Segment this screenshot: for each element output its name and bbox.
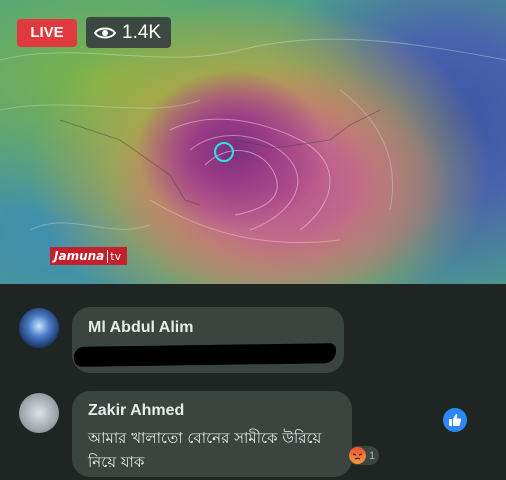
eye-icon (94, 27, 116, 38)
like-icon[interactable] (443, 408, 467, 432)
comment-reaction[interactable]: 1 (348, 446, 380, 465)
comment-section: Ml Abdul Alim Zakir Ahmed আমার খালাতো বো… (0, 284, 506, 480)
comment-text: আমার খালাতো বোনের সামীকে উরিয়ে নিয়ে যা… (88, 429, 322, 471)
comment-bubble[interactable]: Ml Abdul Alim (72, 307, 344, 373)
comment-author[interactable]: Ml Abdul Alim (88, 319, 193, 337)
live-video[interactable]: LIVE 1.4K Jamuna tv (0, 0, 506, 284)
reaction-count: 1 (369, 449, 376, 462)
redacted-comment-text (73, 343, 337, 367)
avatar[interactable] (19, 393, 59, 433)
viewer-count-badge: 1.4K (86, 17, 172, 48)
channel-suffix: tv (107, 249, 121, 263)
channel-name: Jamuna (54, 249, 105, 263)
live-badge: LIVE (17, 19, 77, 47)
storm-eye-marker (214, 142, 234, 162)
viewer-count: 1.4K (122, 21, 162, 43)
angry-reaction-icon (349, 447, 366, 464)
avatar[interactable] (19, 308, 59, 348)
comment-bubble[interactable]: Zakir Ahmed আমার খালাতো বোনের সামীকে উরি… (72, 391, 380, 477)
channel-logo: Jamuna tv (50, 247, 128, 265)
comment-author[interactable]: Zakir Ahmed (88, 402, 184, 420)
